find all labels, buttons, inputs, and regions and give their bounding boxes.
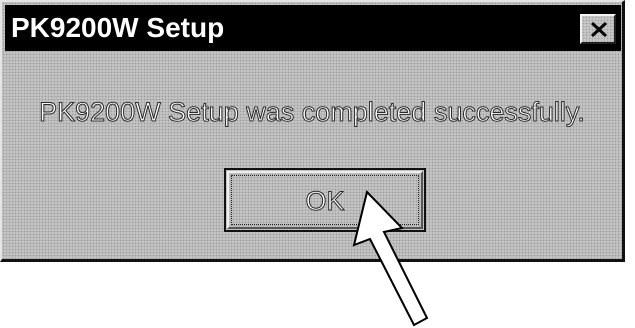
- setup-dialog: PK9200W Setup PK9200W Setup was complete…: [0, 0, 625, 262]
- message-text: PK9200W Setup was completed successfully…: [39, 97, 586, 128]
- title-bar[interactable]: PK9200W Setup: [5, 5, 621, 51]
- close-icon: [591, 22, 607, 37]
- close-button[interactable]: [580, 14, 616, 44]
- window-title: PK9200W Setup: [11, 12, 225, 43]
- ok-button-label: OK: [305, 186, 345, 217]
- ok-button[interactable]: OK: [224, 168, 426, 232]
